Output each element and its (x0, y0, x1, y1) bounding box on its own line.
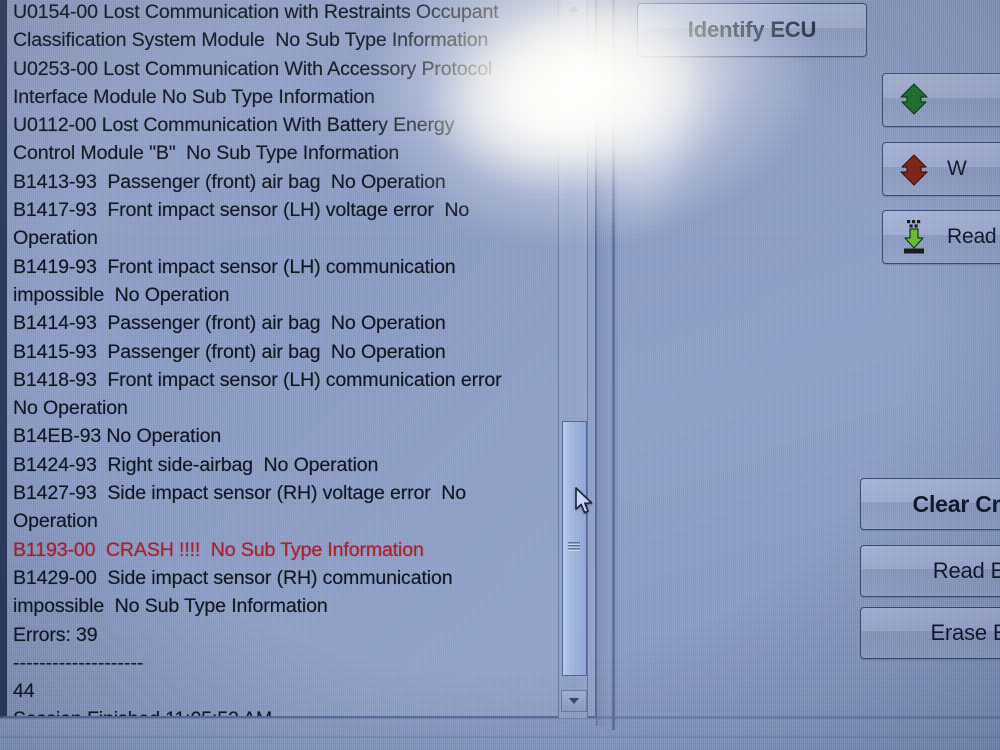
log-line: U0253-00 Lost Communication With Accesso… (13, 57, 493, 80)
red-down-arrow-icon (897, 151, 931, 187)
read-errors-button[interactable]: Read Err (860, 545, 1000, 597)
identify-ecu-label: Identify ECU (687, 17, 817, 42)
download-button[interactable]: W (882, 142, 1000, 196)
log-line: B14EB-93 No Operation (13, 425, 222, 448)
log-line: U0154-00 Lost Communication with Restrai… (13, 1, 499, 23)
log-line: Operation (13, 510, 98, 533)
log-line: Control Module "B" No Sub Type Informati… (13, 142, 400, 165)
log-line: B1193-00 CRASH !!!! No Sub Type Informat… (13, 538, 424, 561)
log-line: Errors: 39 (13, 623, 98, 646)
scrollbar-thumb[interactable] (562, 421, 587, 676)
scroll-down-arrow-icon (569, 698, 579, 704)
window-frame-bottom-outer (0, 736, 1000, 738)
scrollbar-grip-icon (568, 542, 580, 551)
log-line: No Operation (13, 397, 128, 420)
control-panel: Identify ECU W Read Clear Cr Read Erase (618, 0, 1000, 750)
log-line: U0112-00 Lost Communication With Battery… (13, 114, 455, 137)
log-line: B1413-93 Passenger (front) air bag No Op… (13, 170, 446, 193)
log-line: Interface Module No Sub Type Information (13, 85, 375, 108)
log-line: impossible No Operation (13, 283, 230, 306)
log-line: B1424-93 Right side-airbag No Operation (13, 453, 379, 476)
log-line: B1415-93 Passenger (front) air bag No Op… (13, 340, 446, 363)
erase-errors-button[interactable]: Erase Err (860, 607, 1000, 659)
error-log-lines: U0154-00 Lost Communication with Restrai… (7, 0, 595, 716)
log-line: B1417-93 Front impact sensor (LH) voltag… (13, 199, 470, 222)
identify-ecu-button[interactable]: Identify ECU (637, 3, 867, 57)
read-ecu-label: Read (947, 225, 997, 248)
clear-crash-button[interactable]: Clear Crash (860, 478, 1000, 530)
log-line: B1419-93 Front impact sensor (LH) commun… (13, 255, 456, 278)
scroll-down-button[interactable] (561, 690, 587, 712)
log-line: impossible No Sub Type Information (13, 595, 328, 618)
error-log-pane[interactable]: U0154-00 Lost Communication with Restrai… (0, 0, 596, 718)
clear-crash-label: Clear Crash (912, 490, 1000, 517)
read-ecu-button[interactable]: Read (882, 210, 1000, 264)
log-line: B1414-93 Passenger (front) air bag No Op… (13, 312, 446, 335)
scroll-up-button[interactable] (561, 0, 587, 20)
log-line: B1418-93 Front impact sensor (LH) commun… (13, 368, 502, 391)
log-line: Classification System Module No Sub Type… (13, 29, 489, 52)
log-line: B1427-93 Side impact sensor (RH) voltage… (13, 482, 467, 505)
erase-errors-label: Erase Err (930, 620, 1000, 645)
scroll-up-arrow-icon (569, 6, 579, 12)
log-line: B1429-00 Side impact sensor (RH) communi… (13, 566, 453, 589)
download-label: W (947, 157, 967, 180)
read-ecu-download-icon (897, 219, 931, 255)
green-up-arrow-icon (897, 82, 931, 118)
read-errors-label: Read Err (932, 558, 1000, 583)
log-line: 44 (13, 680, 35, 703)
upload-button[interactable] (882, 73, 1000, 127)
log-line: Operation (13, 227, 98, 250)
window-frame-bottom (0, 716, 1000, 719)
mouse-pointer-icon (574, 487, 596, 517)
log-vertical-scrollbar[interactable] (558, 0, 588, 718)
window-frame-edge (612, 0, 615, 730)
log-line: -------------------- (13, 651, 144, 674)
diagnostic-screen-photo: U0154-00 Lost Communication with Restrai… (0, 0, 1000, 750)
